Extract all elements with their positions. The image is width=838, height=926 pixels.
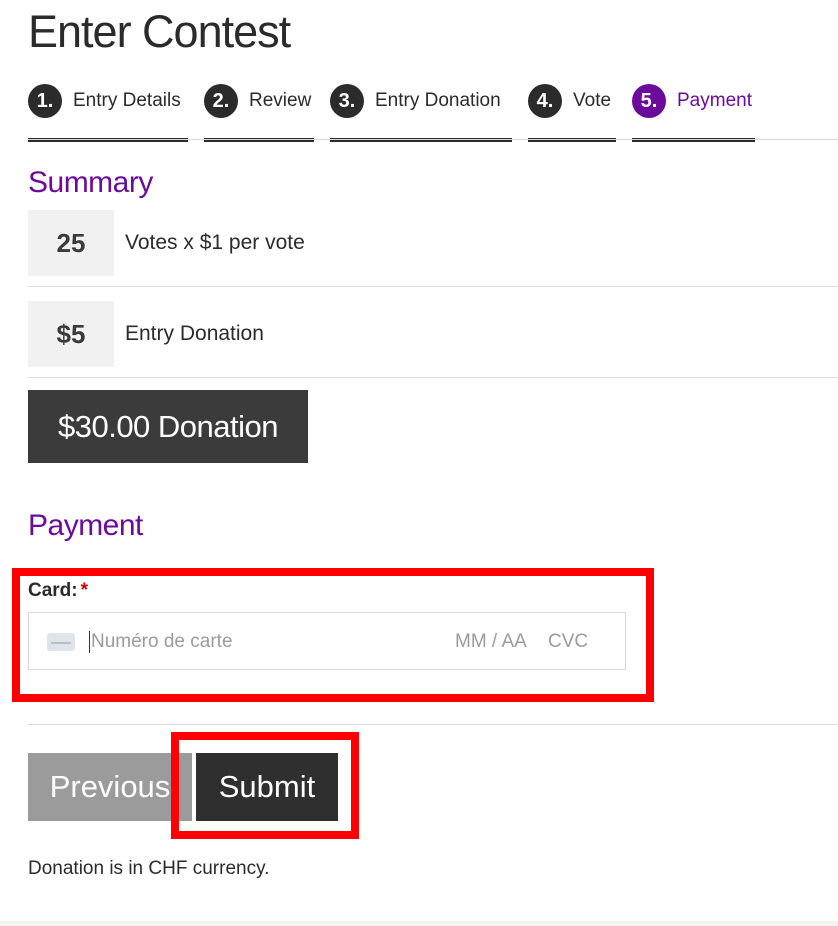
card-number-input[interactable]: Numéro de carte <box>91 631 233 653</box>
previous-button[interactable]: Previous <box>28 753 192 821</box>
step-number: 2. <box>204 84 238 118</box>
step-number: 1. <box>28 84 62 118</box>
submit-highlight-box <box>171 732 359 839</box>
summary-heading: Summary <box>28 166 153 199</box>
currency-note: Donation is in CHF currency. <box>28 858 270 879</box>
step-vote[interactable]: 4. Vote <box>528 84 616 142</box>
card-cvc-input[interactable]: CVC <box>548 631 588 653</box>
step-label: Payment <box>677 90 752 111</box>
card-label: Card: * <box>28 580 88 602</box>
summary-desc: Votes x $1 per vote <box>125 231 305 254</box>
payment-heading: Payment <box>28 509 143 542</box>
step-label: Review <box>249 90 312 111</box>
step-label: Vote <box>573 90 612 111</box>
step-entry-details[interactable]: 1. Entry Details <box>28 84 188 142</box>
step-number: 5. <box>632 84 666 118</box>
step-review[interactable]: 2. Review <box>204 84 314 142</box>
footer-bar <box>0 921 838 926</box>
divider <box>28 377 838 378</box>
step-payment[interactable]: 5. Payment <box>632 84 755 142</box>
card-input[interactable]: Numéro de carte MM / AA CVC <box>28 612 626 670</box>
progress-steps: 1. Entry Details 2. Review 3. Entry Dona… <box>28 84 838 142</box>
summary-qty: 25 <box>28 210 114 276</box>
step-number: 4. <box>528 84 562 118</box>
required-mark: * <box>80 580 89 601</box>
step-label: Entry Donation <box>375 90 501 111</box>
divider <box>28 724 838 725</box>
step-label: Entry Details <box>73 90 181 111</box>
step-number: 3. <box>330 84 364 118</box>
card-label-text: Card: <box>28 580 78 601</box>
text-cursor <box>89 631 90 653</box>
steps-divider <box>28 139 838 140</box>
summary-item: $5 Entry Donation <box>28 301 838 367</box>
total-donation: $30.00 Donation <box>28 390 308 463</box>
summary-item: 25 Votes x $1 per vote <box>28 210 838 276</box>
divider <box>28 286 838 287</box>
step-entry-donation[interactable]: 3. Entry Donation <box>330 84 512 142</box>
page-title: Enter Contest <box>28 6 291 57</box>
summary-qty: $5 <box>28 301 114 367</box>
card-expiry-input[interactable]: MM / AA <box>455 631 527 653</box>
summary-desc: Entry Donation <box>125 322 264 345</box>
credit-card-icon <box>47 633 75 651</box>
